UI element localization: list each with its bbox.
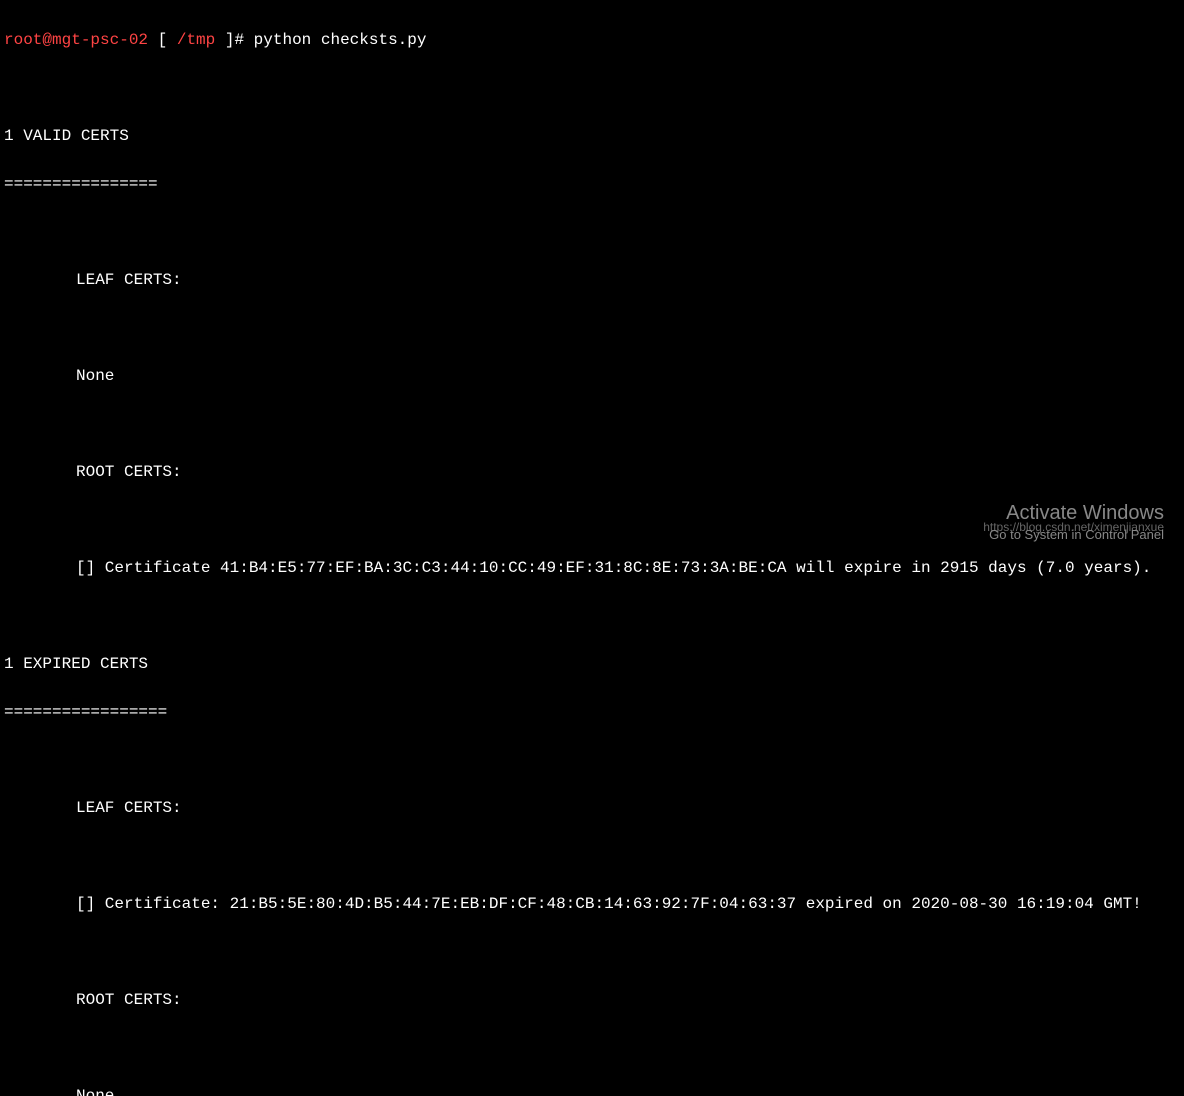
expired-certs-header: 1 EXPIRED CERTS — [4, 652, 1180, 676]
expired-root-label: ROOT CERTS: — [4, 988, 1180, 1012]
prompt-bracket-close: ]# — [215, 31, 253, 49]
expired-leaf-cert: [] Certificate: 21:B5:5E:80:4D:B5:44:7E:… — [4, 892, 1180, 916]
valid-certs-header: 1 VALID CERTS — [4, 124, 1180, 148]
terminal-output: root@mgt-psc-02 [ /tmp ]# python checkst… — [4, 4, 1180, 1096]
prompt-line: root@mgt-psc-02 [ /tmp ]# python checkst… — [4, 28, 1180, 52]
root-certs-label: ROOT CERTS: — [4, 460, 1180, 484]
expired-root-value: None — [4, 1084, 1180, 1096]
expired-certs-separator: ================= — [4, 700, 1180, 724]
leaf-certs-value: None — [4, 364, 1180, 388]
goto-system-watermark: Go to System in Control Panel — [989, 525, 1164, 545]
command-text: python checksts.py — [254, 31, 427, 49]
leaf-certs-label: LEAF CERTS: — [4, 268, 1180, 292]
prompt-bracket-open: [ — [148, 31, 177, 49]
prompt-user-host: root@mgt-psc-02 — [4, 31, 148, 49]
root-cert-info: [] Certificate 41:B4:E5:77:EF:BA:3C:C3:4… — [4, 556, 1180, 580]
valid-certs-separator: ================ — [4, 172, 1180, 196]
expired-leaf-label: LEAF CERTS: — [4, 796, 1180, 820]
prompt-path: /tmp — [177, 31, 215, 49]
